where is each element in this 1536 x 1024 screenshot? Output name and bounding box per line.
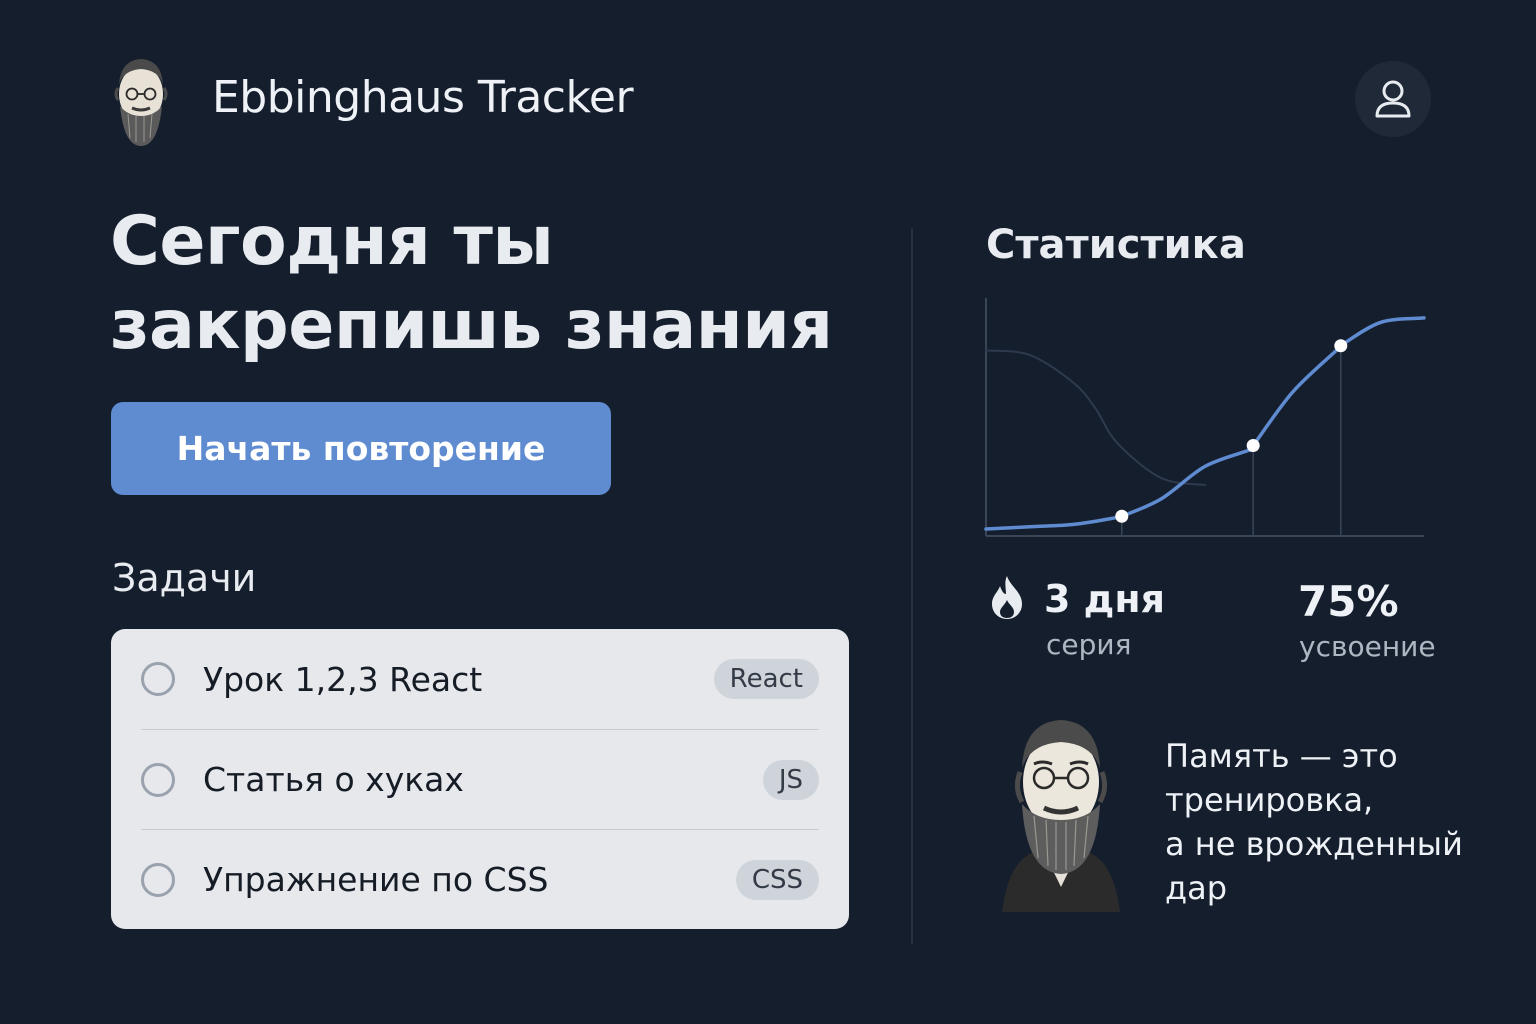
task-checkbox[interactable]: [141, 762, 175, 797]
task-item[interactable]: Статья о хуках JS: [141, 729, 819, 829]
retention-label: усвоение: [1299, 630, 1436, 663]
task-tag: CSS: [735, 859, 819, 900]
headline-line-1: Сегодня ты: [110, 202, 554, 281]
task-item[interactable]: Упражнение по CSS CSS: [141, 829, 819, 929]
user-icon: [1375, 80, 1411, 118]
ebbinghaus-portrait-logo: [114, 59, 168, 146]
chart-data-point: [1246, 439, 1260, 453]
app-page: Ebbinghaus Tracker Сегодня ты закрепишь …: [0, 0, 1536, 1024]
task-checkbox[interactable]: [141, 662, 175, 696]
retention-value: 75%: [1298, 577, 1399, 626]
tasks-list: Урок 1,2,3 React React Статья о хуках JS…: [111, 629, 849, 929]
chart-data-point: [1334, 339, 1348, 353]
stats-heading: Статистика: [986, 222, 1246, 268]
streak-value: 3 дня: [1044, 577, 1166, 621]
quote-text: Память — это тренировка, а не врожденный…: [1165, 734, 1495, 910]
retention-chart: [984, 298, 1426, 537]
task-tag: React: [713, 659, 819, 699]
quote-line-4: дар: [1165, 869, 1228, 907]
headline-line-2: закрепишь знания: [110, 286, 833, 365]
task-label: Урок 1,2,3 React: [203, 659, 483, 699]
task-checkbox[interactable]: [141, 862, 175, 897]
task-item[interactable]: Урок 1,2,3 React React: [141, 629, 819, 729]
profile-button[interactable]: [1355, 61, 1431, 137]
column-divider: [911, 228, 913, 944]
start-review-button[interactable]: Начать повторение: [111, 402, 611, 495]
quote-line-1: Память — это: [1165, 737, 1398, 775]
task-label: Упражнение по CSS: [203, 860, 549, 899]
ebbinghaus-portrait: [1002, 720, 1120, 912]
flame-icon: [992, 576, 1022, 619]
streak-label: серия: [1046, 628, 1132, 661]
quote-line-2: тренировка,: [1165, 781, 1374, 819]
app-title: Ebbinghaus Tracker: [212, 72, 634, 123]
task-tag: JS: [762, 759, 819, 800]
task-label: Статья о хуках: [203, 760, 464, 799]
chart-data-point: [1115, 509, 1129, 523]
headline: Сегодня ты закрепишь знания: [110, 200, 870, 368]
chart-series-line-forgetting: [985, 349, 1206, 486]
chart-series-line-retention: [984, 316, 1426, 531]
quote-line-3: а не врожденный: [1165, 825, 1463, 863]
tasks-heading: Задачи: [112, 556, 257, 600]
